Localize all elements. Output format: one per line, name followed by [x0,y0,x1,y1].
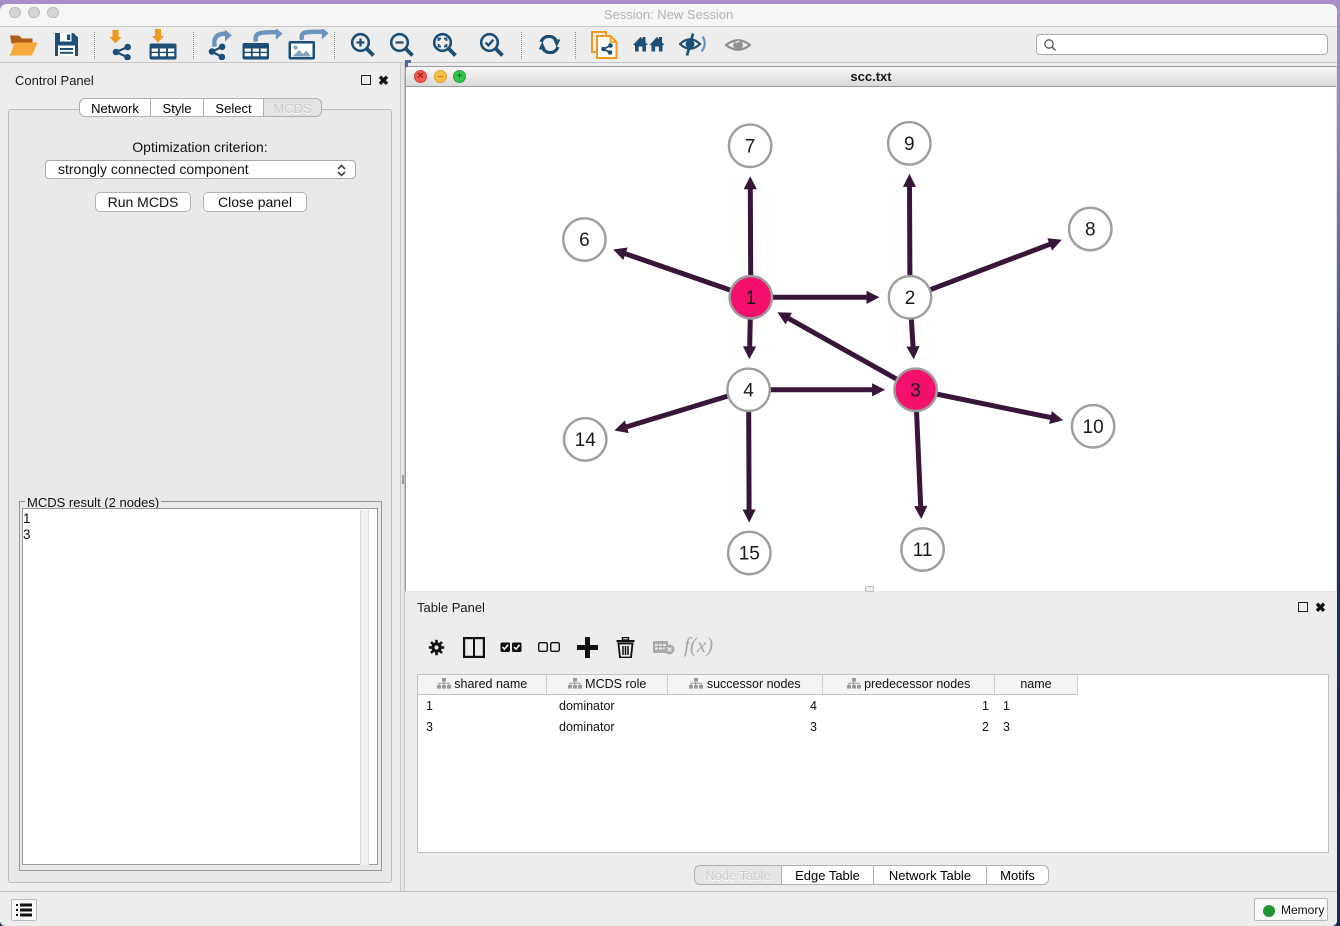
svg-text:3: 3 [910,380,921,401]
svg-text:14: 14 [575,430,597,451]
svg-text:4: 4 [743,380,754,401]
svg-text:9: 9 [904,134,915,155]
svg-text:7: 7 [745,136,756,157]
svg-text:11: 11 [913,540,933,561]
svg-text:2: 2 [905,288,916,309]
svg-text:10: 10 [1083,417,1104,438]
svg-text:8: 8 [1085,220,1096,241]
svg-text:6: 6 [579,230,590,251]
svg-text:15: 15 [739,544,760,565]
svg-text:1: 1 [746,288,757,309]
